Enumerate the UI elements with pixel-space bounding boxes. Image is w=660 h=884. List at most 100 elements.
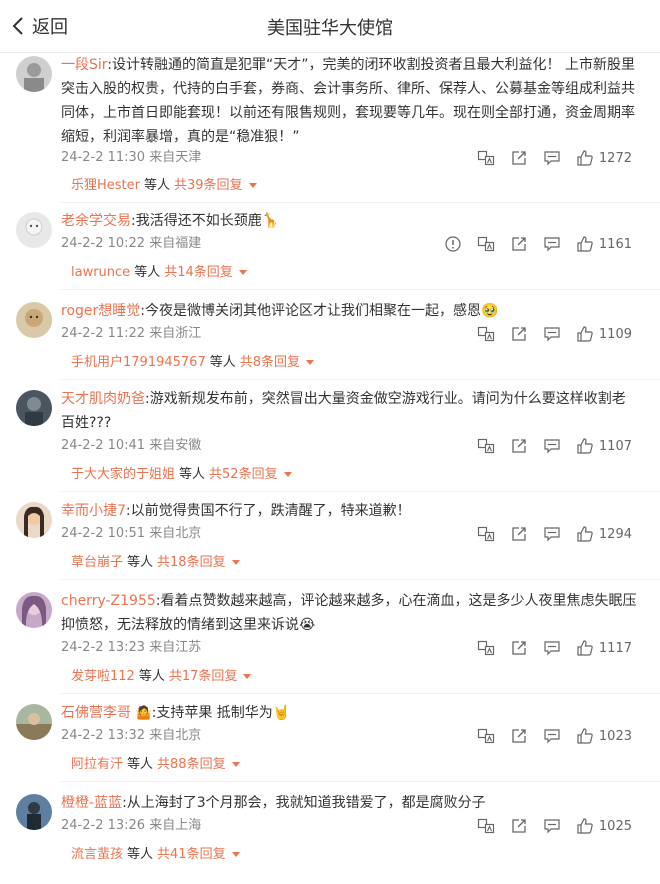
- translate-icon[interactable]: [477, 149, 495, 167]
- avatar[interactable]: [16, 390, 52, 426]
- comment-icon[interactable]: [543, 149, 561, 167]
- reply-username[interactable]: 流言蜚孩: [71, 847, 123, 862]
- comment-meta: 24-2-2 13:32 来自北京: [61, 726, 201, 746]
- share-icon[interactable]: [510, 437, 528, 455]
- avatar[interactable]: [16, 502, 52, 538]
- comment-content: :从上海封了3个月那会，我就知道我错爱了，都是腐败分子: [122, 795, 486, 811]
- like-count: 1023: [598, 728, 632, 744]
- comment-username[interactable]: 天才肌肉奶爸: [61, 391, 145, 407]
- top-bar: 返回 美国驻华大使馆: [0, 0, 660, 53]
- reply-username[interactable]: 乐狸Hester: [71, 178, 140, 193]
- dropdown-triangle-icon: [231, 560, 240, 565]
- comment-time: 24-2-2 10:51: [61, 526, 146, 541]
- dropdown-triangle-icon: [283, 472, 292, 477]
- reply-summary[interactable]: 草台崩子 等人 共18条回复: [71, 553, 240, 573]
- avatar[interactable]: [16, 704, 52, 740]
- comment-username[interactable]: cherry-Z1955: [61, 593, 156, 609]
- avatar[interactable]: [16, 592, 52, 628]
- avatar[interactable]: [16, 302, 52, 338]
- reply-connector: 等人: [127, 555, 154, 570]
- reply-connector: 等人: [134, 265, 161, 280]
- reply-username[interactable]: 发芽啦112: [71, 669, 135, 684]
- reply-username[interactable]: 于大大家的于姐姐: [71, 467, 175, 482]
- comment-content: :游戏新规发布前，突然冒出大量资金做空游戏行业。请问为什么要这样收割老百姓???: [61, 391, 626, 431]
- reply-total[interactable]: 共39条回复: [174, 178, 243, 193]
- reply-username[interactable]: lawrunce: [71, 265, 130, 280]
- comment-time: 24-2-2 13:23: [61, 640, 146, 655]
- comment-username[interactable]: 石佛营李哥: [61, 705, 131, 721]
- like-icon[interactable]: [576, 727, 594, 745]
- comment-icon[interactable]: [543, 525, 561, 543]
- reply-summary[interactable]: lawrunce 等人 共14条回复: [71, 263, 247, 283]
- like-icon[interactable]: [576, 437, 594, 455]
- divider: [61, 202, 660, 203]
- comment-actions: 1023: [462, 726, 632, 746]
- reply-summary[interactable]: 手机用户1791945767 等人 共8条回复: [71, 353, 315, 373]
- reply-connector: 等人: [138, 669, 165, 684]
- comment-text: 老余学交易:我活得还不如长颈鹿🦒: [61, 209, 639, 233]
- like-count: 1107: [598, 438, 632, 454]
- comment-actions: 1025: [462, 816, 632, 836]
- comment-icon[interactable]: [543, 727, 561, 745]
- comment-username[interactable]: 一段Sir: [61, 57, 107, 73]
- dropdown-triangle-icon: [231, 762, 240, 767]
- translate-icon[interactable]: [477, 325, 495, 343]
- comment-content: :支持苹果 抵制华为🤘: [151, 705, 291, 721]
- like-icon[interactable]: [576, 817, 594, 835]
- like-icon[interactable]: [576, 639, 594, 657]
- reply-total[interactable]: 共88条回复: [157, 757, 226, 772]
- reply-total[interactable]: 共8条回复: [240, 355, 300, 370]
- reply-total[interactable]: 共41条回复: [157, 847, 226, 862]
- avatar[interactable]: [16, 212, 52, 248]
- avatar[interactable]: [16, 56, 52, 92]
- reply-summary[interactable]: 阿拉有汗 等人 共88条回复: [71, 755, 240, 775]
- reply-username[interactable]: 手机用户1791945767: [71, 355, 206, 370]
- like-icon[interactable]: [576, 525, 594, 543]
- like-icon[interactable]: [576, 325, 594, 343]
- reply-username[interactable]: 阿拉有汗: [71, 757, 123, 772]
- comment-icon[interactable]: [543, 639, 561, 657]
- share-icon[interactable]: [510, 817, 528, 835]
- comment-username[interactable]: 橙橙-蓝蓝: [61, 795, 122, 811]
- reply-username[interactable]: 草台崩子: [71, 555, 123, 570]
- report-icon[interactable]: [444, 235, 462, 253]
- like-count: 1025: [598, 818, 632, 834]
- comment-item: 天才肌肉奶爸:游戏新规发布前，突然冒出大量资金做空游戏行业。请问为什么要这样收割…: [0, 390, 660, 492]
- reply-total[interactable]: 共52条回复: [209, 467, 278, 482]
- share-icon[interactable]: [510, 727, 528, 745]
- reply-total[interactable]: 共14条回复: [164, 265, 233, 280]
- translate-icon[interactable]: [477, 639, 495, 657]
- reply-total[interactable]: 共17条回复: [169, 669, 238, 684]
- reply-total[interactable]: 共18条回复: [157, 555, 226, 570]
- like-icon[interactable]: [576, 149, 594, 167]
- reply-summary[interactable]: 流言蜚孩 等人 共41条回复: [71, 845, 240, 865]
- comment-username[interactable]: 老余学交易: [61, 213, 131, 229]
- share-icon[interactable]: [510, 325, 528, 343]
- comment-icon[interactable]: [543, 817, 561, 835]
- comment-text: 幸而小捷7:以前觉得贵国不行了，跌清醒了，特来道歉！: [61, 499, 639, 523]
- translate-icon[interactable]: [477, 437, 495, 455]
- translate-icon[interactable]: [477, 727, 495, 745]
- avatar[interactable]: [16, 794, 52, 830]
- reply-summary[interactable]: 发芽啦112 等人 共17条回复: [71, 667, 252, 687]
- comment-icon[interactable]: [543, 235, 561, 253]
- share-icon[interactable]: [510, 525, 528, 543]
- reply-connector: 等人: [179, 467, 206, 482]
- share-icon[interactable]: [510, 235, 528, 253]
- comment-text: 一段Sir:设计转融通的简直是犯罪“天才”，完美的闭环收割投资者且最大利益化！ …: [61, 53, 639, 149]
- translate-icon[interactable]: [477, 817, 495, 835]
- translate-icon[interactable]: [477, 235, 495, 253]
- share-icon[interactable]: [510, 639, 528, 657]
- reply-summary[interactable]: 乐狸Hester 等人 共39条回复: [71, 176, 257, 196]
- comment-icon[interactable]: [543, 325, 561, 343]
- comment-location: 来自江苏: [149, 640, 202, 655]
- comment-username[interactable]: roger想睡觉: [61, 303, 140, 319]
- comment-item: 幸而小捷7:以前觉得贵国不行了，跌清醒了，特来道歉！ 24-2-2 10:51 …: [0, 502, 660, 592]
- reply-summary[interactable]: 于大大家的于姐姐 等人 共52条回复: [71, 465, 292, 485]
- like-icon[interactable]: [576, 235, 594, 253]
- share-icon[interactable]: [510, 149, 528, 167]
- comment-username[interactable]: 幸而小捷7: [61, 503, 126, 519]
- comment-icon[interactable]: [543, 437, 561, 455]
- comment-location: 来自上海: [149, 818, 202, 833]
- translate-icon[interactable]: [477, 525, 495, 543]
